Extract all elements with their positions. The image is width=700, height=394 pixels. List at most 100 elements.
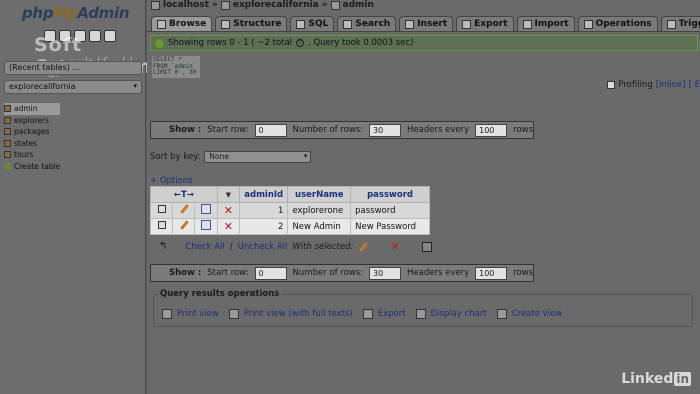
copy-cell (194, 218, 218, 235)
sql-query-preview[interactable]: SELECT * FROM `admin` LIMIT 0 , 30 (152, 56, 200, 78)
export-icon[interactable] (421, 241, 432, 252)
tab-structure[interactable]: Structure (215, 16, 288, 31)
tab-label: Operations (595, 19, 652, 29)
table-header-row: ←T→ ▼ adminId userName password (150, 186, 430, 203)
column-header-adminid[interactable]: adminId (238, 186, 289, 203)
breadcrumb-table[interactable]: admin (343, 0, 374, 10)
tab-label: Export (474, 19, 508, 29)
sort-by-key: Sort by key: None ▾ (150, 151, 312, 163)
breadcrumb-database[interactable]: explorecalifornia (233, 0, 319, 10)
linkedin-in-badge: in (674, 372, 691, 386)
table-name: tours (14, 150, 34, 160)
show-button[interactable]: Show : (169, 125, 201, 135)
row-checkbox-cell (149, 202, 174, 219)
results-table: ←T→ ▼ adminId userName password ✕ 1 expl… (149, 186, 430, 235)
cell-password[interactable]: New Password (350, 218, 430, 235)
recent-tables-select[interactable]: (Recent tables) ... (4, 61, 142, 75)
start-row-input[interactable]: 0 (254, 123, 287, 137)
import-icon (522, 19, 532, 29)
logo-my: My (53, 4, 78, 22)
headers-every-input[interactable]: 100 (475, 266, 508, 280)
options-toggle[interactable]: + Options (150, 176, 193, 186)
logo-php: php (22, 4, 54, 22)
export-link[interactable]: Export (362, 309, 406, 319)
phpmyadmin-logo[interactable]: phpMyAdmin (22, 4, 130, 22)
headers-every-input[interactable]: 100 (475, 123, 508, 137)
cell-username[interactable]: explorerone (287, 202, 352, 219)
sql-line: LIMIT 0 , 30 (153, 69, 197, 76)
cell-adminid[interactable]: 2 (238, 218, 289, 235)
print-view-link[interactable]: Print view (162, 309, 219, 319)
delete-cell: ✕ (216, 202, 240, 219)
table-list-item[interactable]: explorers (4, 115, 60, 127)
column-header-username[interactable]: userName (287, 186, 352, 203)
display-chart-label: Display chart (430, 309, 487, 319)
server-icon (151, 0, 160, 10)
inline-edit-link[interactable]: [Inline] (656, 80, 686, 90)
query-results-links: Print view Print view (with full texts) … (162, 309, 562, 319)
sql-icon (296, 19, 306, 29)
show-button[interactable]: Show : (169, 268, 201, 278)
help-icon[interactable]: ? (296, 39, 305, 47)
pencil-icon[interactable] (358, 242, 368, 252)
delete-icon[interactable]: ✕ (390, 240, 399, 253)
table-icon (4, 151, 11, 159)
tab-import[interactable]: Import (516, 16, 575, 31)
number-of-rows-input[interactable]: 30 (369, 123, 402, 137)
cell-password[interactable]: password (350, 202, 430, 219)
number-of-rows-input[interactable]: 30 (369, 266, 402, 280)
tab-export[interactable]: Export (456, 16, 514, 31)
sort-by-select[interactable]: None ▾ (204, 151, 312, 163)
column-header-password[interactable]: password (350, 186, 430, 203)
create-table-label: Create table (14, 161, 61, 171)
tab-insert[interactable]: Insert (399, 16, 454, 31)
table-name: states (14, 138, 37, 148)
tab-triggers[interactable]: Triggers (660, 16, 700, 31)
sort-arrow-column[interactable]: ▼ (216, 186, 240, 203)
pencil-icon[interactable] (179, 204, 189, 214)
print-view-full-link[interactable]: Print view (with full texts) (228, 309, 353, 319)
print-icon (162, 309, 172, 319)
breadcrumb-server[interactable]: localhost (163, 0, 209, 10)
edit-query-link[interactable]: [ E (689, 80, 700, 90)
pencil-icon[interactable] (179, 220, 189, 230)
query-success-notice: Showing rows 0 - 1 ( ~2 total ? , Query … (150, 35, 698, 51)
column-nav-arrows[interactable]: ←T→ (150, 186, 218, 203)
search-icon (343, 19, 353, 29)
check-all-link[interactable]: Check All (185, 242, 224, 252)
tab-label: Insert (417, 19, 448, 29)
tab-search[interactable]: Search (337, 16, 397, 31)
create-table-link[interactable]: Create table (4, 161, 60, 173)
tab-operations[interactable]: Operations (577, 16, 658, 31)
database-select[interactable]: explorecalifornia ▾ (4, 80, 142, 94)
profiling-checkbox[interactable] (607, 81, 616, 89)
copy-cell (194, 202, 218, 219)
copy-icon[interactable] (201, 220, 212, 230)
table-list-item[interactable]: states (4, 138, 60, 150)
copy-icon[interactable] (201, 204, 212, 214)
create-view-link[interactable]: Create view (496, 309, 562, 319)
cell-username[interactable]: New Admin (287, 218, 352, 235)
tab-label: Search (355, 19, 391, 29)
profiling-label: Profiling (618, 80, 653, 90)
tab-sql[interactable]: SQL (290, 16, 335, 31)
table-list-item[interactable]: tours (4, 149, 60, 161)
start-row-label: Start row: (207, 268, 249, 278)
tab-browse[interactable]: Browse (151, 16, 213, 31)
table-list-item[interactable]: packages (4, 126, 60, 138)
tab-label: Triggers (678, 19, 700, 29)
delete-icon[interactable]: ✕ (224, 220, 233, 233)
row-checkbox[interactable] (157, 221, 166, 229)
table-icon (4, 128, 11, 136)
headers-every-label: Headers every (407, 125, 470, 135)
start-row-input[interactable]: 0 (254, 266, 287, 280)
uncheck-all-link[interactable]: Uncheck All (238, 242, 288, 252)
table-list-item[interactable]: admin (4, 103, 61, 115)
row-checkbox[interactable] (157, 205, 166, 213)
display-chart-link[interactable]: Display chart (415, 309, 487, 319)
delete-icon[interactable]: ✕ (224, 204, 233, 217)
cell-adminid[interactable]: 1 (238, 202, 289, 219)
with-selected-label: With selected: (292, 241, 354, 252)
table-icon (330, 0, 340, 10)
tab-label: SQL (308, 19, 329, 29)
